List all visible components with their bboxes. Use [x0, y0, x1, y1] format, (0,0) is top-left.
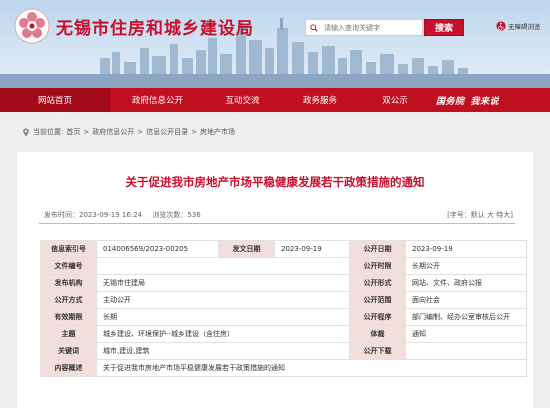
site-title[interactable]: 无锡市住房和城乡建设局 — [56, 14, 254, 39]
cell-value: 无锡市住建局 — [96, 274, 350, 292]
title-divider — [39, 223, 515, 224]
table-row: 发布机构 无锡市住建局 公开形式 网站、文件、政府公报 — [40, 274, 527, 292]
table-row: 公开方式 主动公开 公开范围 面向社会 — [40, 291, 527, 309]
cell-value: 面向社会 — [405, 291, 527, 309]
cell-label: 有效期限 — [40, 308, 97, 326]
table-row: 有效期限 长期 公开程序 部门编制、经办公室审核后公开 — [40, 308, 527, 326]
nav-item-gov-service[interactable]: 政务服务 — [280, 88, 360, 112]
cell-label: 发文日期 — [218, 240, 275, 258]
cell-value: 主动公开 — [96, 291, 350, 309]
font-size-control[interactable]: [字号：默认 大 特大] — [447, 210, 513, 220]
search-icon — [310, 24, 318, 32]
table-row: 信息索引号 014006569/2023-00205 发文日期 2023-09-… — [40, 240, 527, 258]
accessibility-label: 无障碍浏览 — [508, 23, 541, 31]
cell-value: 部门编制、经办公室审核后公开 — [405, 308, 527, 326]
search-box[interactable] — [305, 19, 423, 36]
nav-item-gov-info[interactable]: 政府信息公开 — [110, 88, 205, 112]
breadcrumb-separator: > — [191, 128, 197, 136]
search-button[interactable]: 搜索 — [424, 19, 464, 36]
article-meta: 发布时间：2023-09-19 16:24 浏览次数：536 — [44, 210, 209, 220]
cell-value: 2023-09-19 — [405, 240, 527, 258]
cell-value: 关于促进我市房地产市场平稳健康发展若干政策措施的通知 — [96, 359, 527, 377]
nav-item-interaction[interactable]: 互动交流 — [205, 88, 280, 112]
cell-value: 城市,建设,建筑 — [96, 342, 350, 360]
header-banner: 无锡市住房和城乡建设局 搜索 无障碍浏览 — [0, 0, 550, 88]
table-row: 关键词 城市,建设,建筑 公开下载 — [40, 342, 527, 360]
cell-label: 文件编号 — [40, 257, 97, 275]
cell-label: 公开范围 — [349, 291, 406, 309]
search-input[interactable] — [306, 20, 422, 35]
cell-label: 公开下载 — [349, 342, 406, 360]
city-logo-icon — [14, 8, 50, 44]
cell-value: 城乡建设、环境保护--城乡建设（含住房） — [96, 325, 350, 343]
cell-label: 公开形式 — [349, 274, 406, 292]
table-row: 内容概述 关于促进我市房地产市场平稳健康发展若干政策措施的通知 — [40, 359, 527, 377]
cell-label: 体裁 — [349, 325, 406, 343]
cell-value: 2023-09-19 — [274, 240, 350, 258]
nav-badges: 国务院 我来说 — [436, 88, 499, 112]
feedback-link[interactable]: 我来说 — [471, 94, 500, 107]
cell-label: 信息索引号 — [40, 240, 97, 258]
cell-label: 公开程序 — [349, 308, 406, 326]
publish-time: 发布时间：2023-09-19 16:24 — [44, 211, 143, 219]
cell-value: 网站、文件、政府公报 — [405, 274, 527, 292]
location-pin-icon — [23, 127, 29, 137]
state-council-link[interactable]: 国务院 — [436, 94, 465, 107]
cell-value: 通知 — [405, 325, 527, 343]
cell-value — [96, 257, 350, 275]
breadcrumb-home[interactable]: 首页 — [66, 127, 80, 137]
table-row: 文件编号 公开时限 长期公开 — [40, 257, 527, 275]
article-title: 关于促进我市房地产市场平稳健康发展若干政策措施的通知 — [125, 175, 425, 189]
cell-value: 014006569/2023-00205 — [96, 240, 219, 258]
nav-item-home[interactable]: 网站首页 — [0, 88, 110, 112]
cell-label: 发布机构 — [40, 274, 97, 292]
breadcrumb-prefix: 当前位置: — [33, 128, 64, 136]
info-table: 信息索引号 014006569/2023-00205 发文日期 2023-09-… — [40, 240, 527, 377]
cell-value: 长期 — [96, 308, 350, 326]
main-nav: 网站首页 政府信息公开 互动交流 政务服务 双公示 国务院 我来说 — [0, 88, 550, 112]
cell-label: 关键词 — [40, 342, 97, 360]
cell-value — [405, 342, 527, 360]
cell-label: 公开时限 — [349, 257, 406, 275]
table-row: 主题 城乡建设、环境保护--城乡建设（含住房） 体裁 通知 — [40, 325, 527, 343]
cell-value: 长期公开 — [405, 257, 527, 275]
cell-label: 主题 — [40, 325, 97, 343]
breadcrumb-real-estate[interactable]: 房地产市场 — [200, 127, 235, 137]
cell-label: 公开日期 — [349, 240, 406, 258]
breadcrumb-catalog[interactable]: 信息公开目录 — [146, 127, 188, 137]
breadcrumb-gov-info[interactable]: 政府信息公开 — [92, 127, 134, 137]
breadcrumb: 当前位置: 首页 > 政府信息公开 > 信息公开目录 > 房地产市场 — [22, 127, 235, 137]
breadcrumb-separator: > — [137, 128, 144, 136]
accessibility-link[interactable]: 无障碍浏览 — [496, 21, 541, 31]
cell-label: 公开方式 — [40, 291, 97, 309]
view-count: 浏览次数：536 — [152, 211, 201, 219]
nav-item-dual-publicity[interactable]: 双公示 — [360, 88, 430, 112]
cell-label: 内容概述 — [40, 359, 97, 377]
article-panel: 关于促进我市房地产市场平稳健康发展若干政策措施的通知 发布时间：2023-09-… — [17, 152, 533, 408]
wheelchair-icon — [496, 21, 506, 31]
breadcrumb-separator: > — [83, 128, 90, 136]
